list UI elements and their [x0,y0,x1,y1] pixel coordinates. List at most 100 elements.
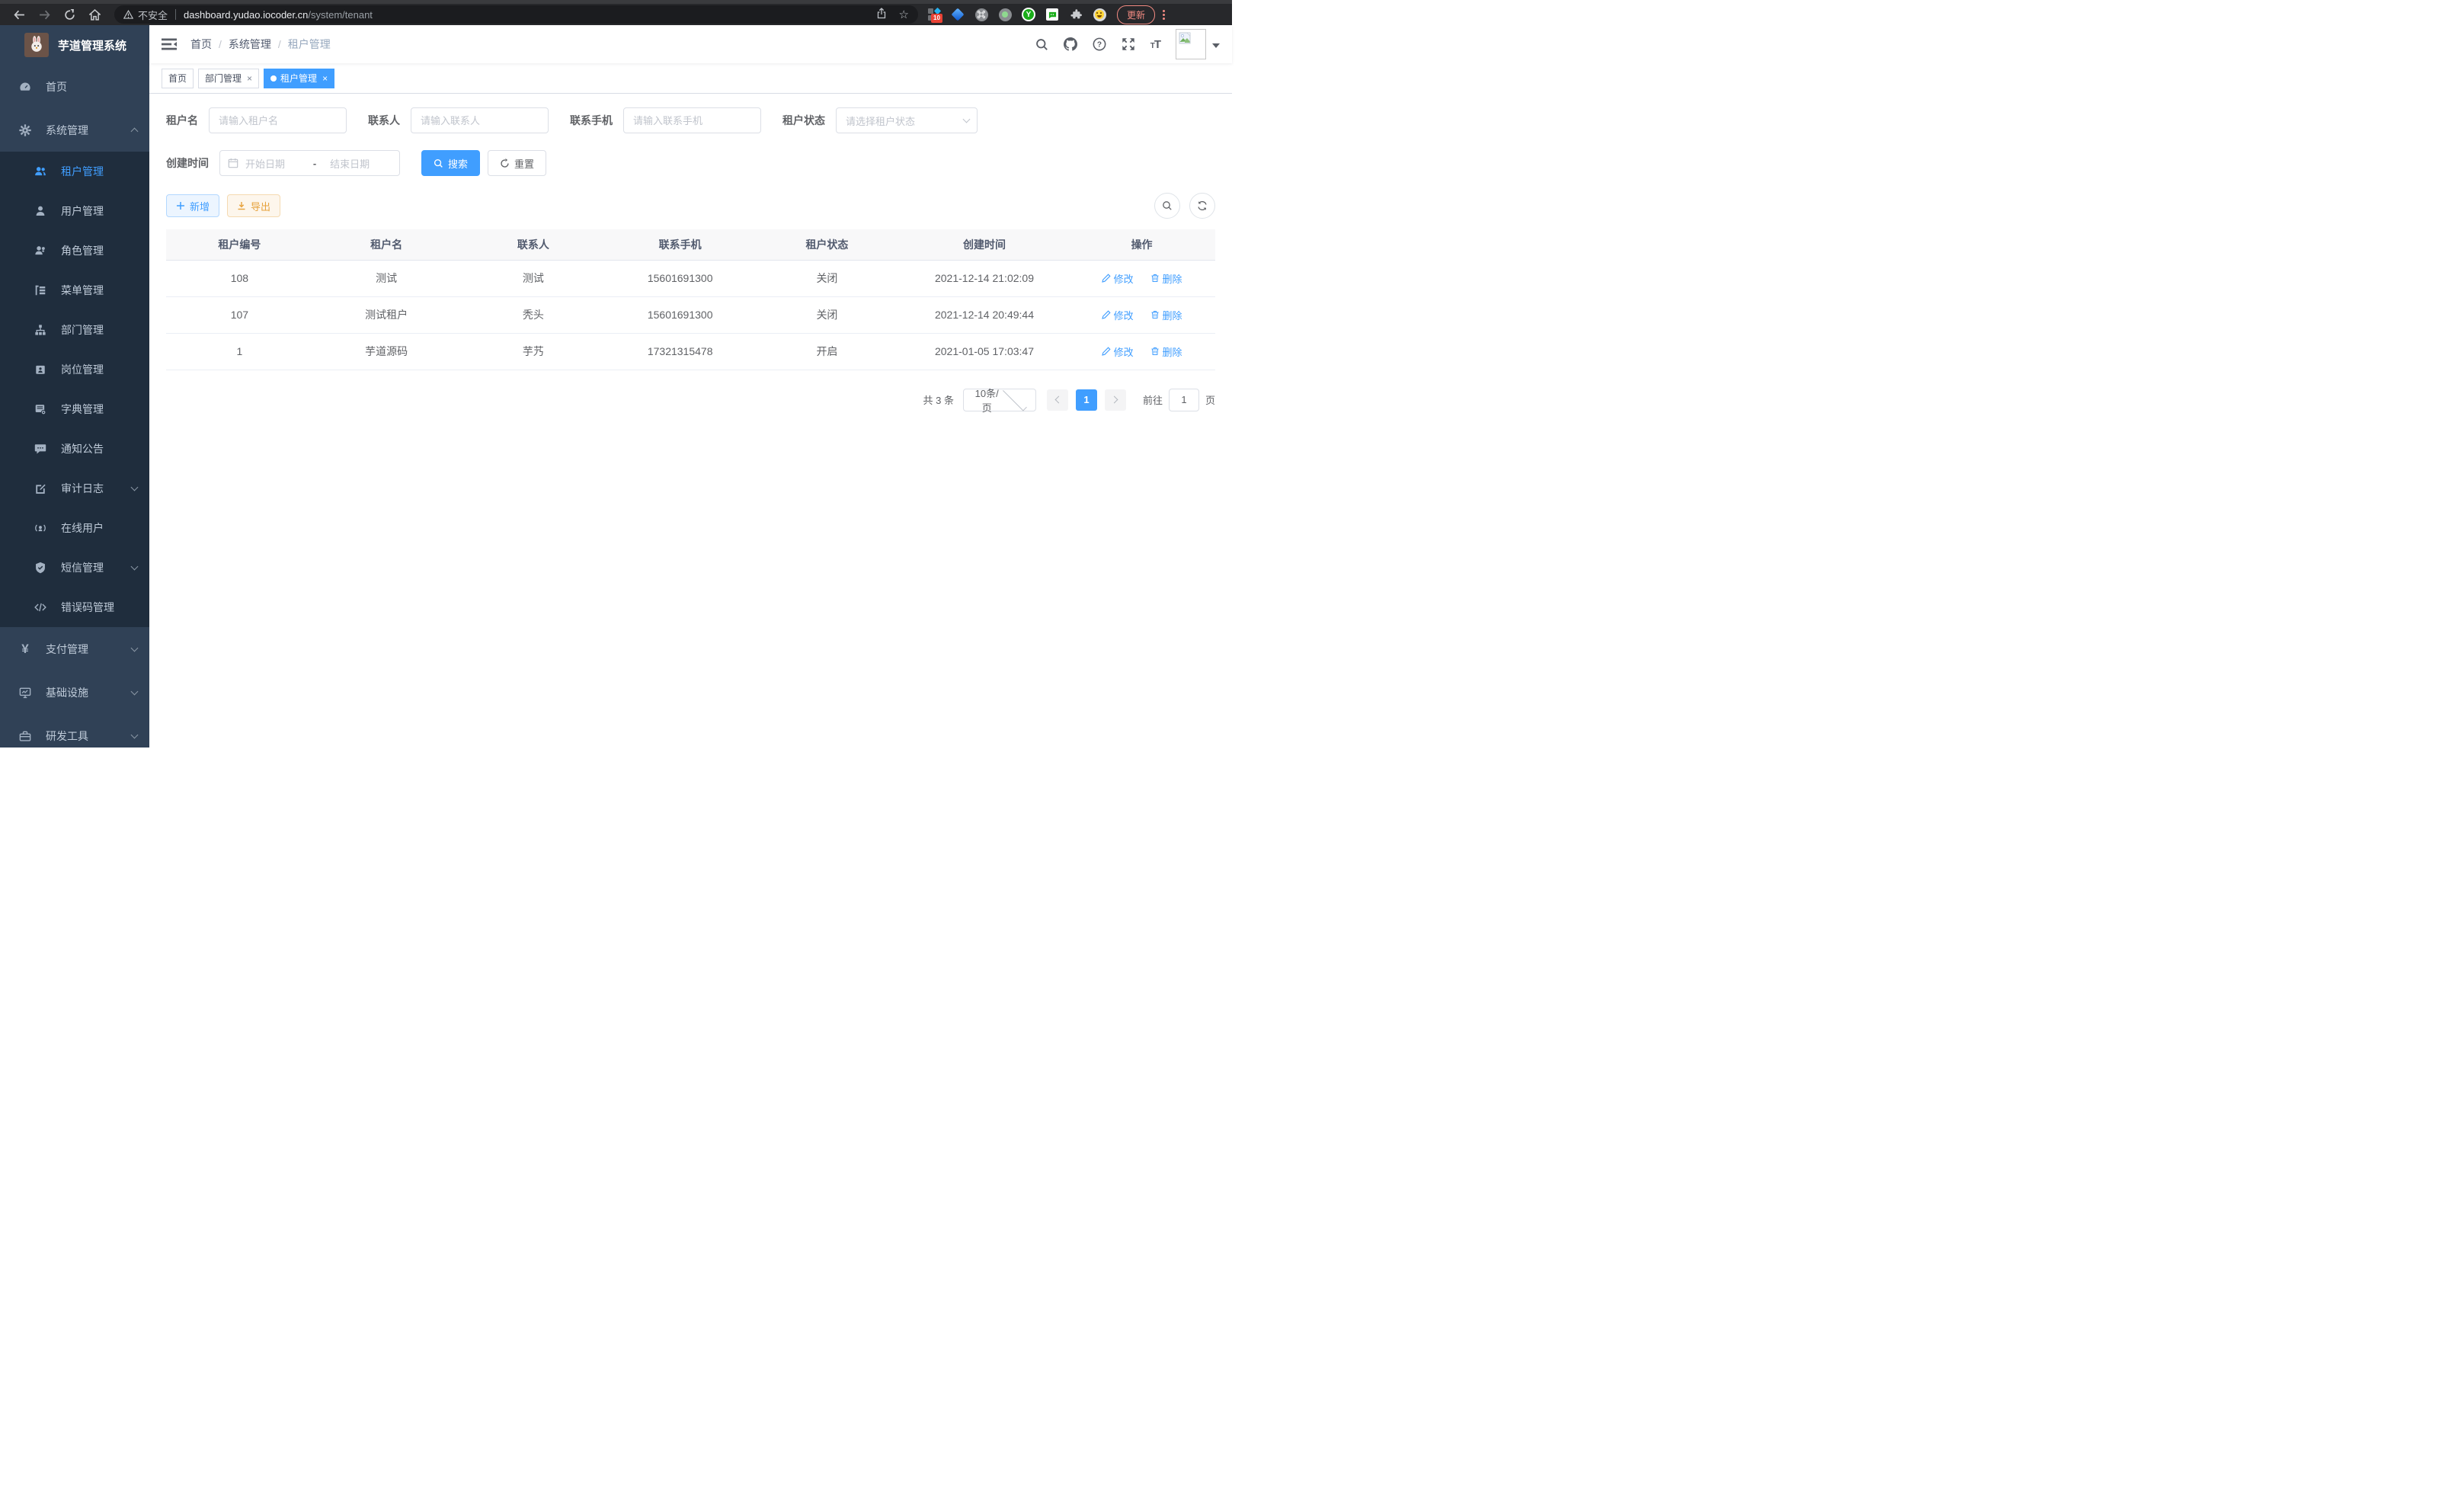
download-icon [237,201,246,210]
breadcrumb-current: 租户管理 [288,37,331,52]
user-avatar[interactable] [1176,29,1220,59]
sidebar-toggle-icon[interactable] [162,37,177,51]
edit-link[interactable]: 修改 [1102,344,1134,359]
sidebar-item-audit-log[interactable]: 审计日志 [0,469,149,508]
app-title: 芋道管理系统 [58,37,126,53]
tenant-name-label: 租户名 [166,113,198,128]
export-button[interactable]: 导出 [227,194,280,217]
edit-link[interactable]: 修改 [1102,271,1134,286]
show-search-toggle-button[interactable] [1154,193,1180,219]
page-number-button[interactable]: 1 [1076,389,1097,411]
extension-command-icon[interactable] [974,8,988,21]
sidebar-item-menu[interactable]: 菜单管理 [0,271,149,310]
extension-diamond-icon[interactable] [951,8,965,21]
extension-grid-icon[interactable]: 10 [927,8,941,21]
chevron-down-icon [131,644,139,651]
goto-page-input[interactable] [1169,389,1199,411]
security-warning[interactable]: 不安全 [123,8,168,22]
font-size-icon[interactable]: TT [1150,38,1160,51]
close-icon[interactable]: × [322,73,328,84]
back-icon[interactable] [14,10,25,20]
sidebar-item-dev-tools[interactable]: 研发工具 [0,714,149,748]
extensions-row: 10 Y [927,8,1106,21]
security-warning-label: 不安全 [138,8,168,22]
prev-page-button[interactable] [1047,389,1068,411]
search-button[interactable]: 搜索 [421,150,480,176]
phone-input[interactable] [623,107,761,133]
next-page-button[interactable] [1105,389,1126,411]
edit-link[interactable]: 修改 [1102,308,1134,322]
create-time-label: 创建时间 [166,155,209,171]
sidebar-item-system[interactable]: 系统管理 [0,108,149,152]
help-icon[interactable]: ? [1093,37,1106,51]
sidebar-item-user[interactable]: 用户管理 [0,191,149,231]
tenant-name-input[interactable] [209,107,347,133]
contact-label: 联系人 [368,113,400,128]
filter-row-2: 创建时间 开始日期 - 结束日期 搜索 重置 [166,150,1215,176]
reset-button[interactable]: 重置 [488,150,546,176]
payment-yen-icon: ¥ [18,642,32,657]
delete-link[interactable]: 删除 [1150,308,1182,322]
extension-chat-icon[interactable] [1045,8,1059,21]
col-phone: 联系手机 [606,229,754,260]
update-button[interactable]: 更新 [1117,5,1155,24]
home-icon[interactable] [89,9,101,21]
logo-row[interactable]: 芋道管理系统 [0,25,149,65]
sidebar-item-error-code[interactable]: 错误码管理 [0,587,149,627]
share-icon[interactable] [876,8,887,21]
tab-tenant[interactable]: 租户管理× [264,69,334,88]
delete-link[interactable]: 删除 [1150,271,1182,286]
sidebar-item-role[interactable]: 角色管理 [0,231,149,271]
extension-badge: 10 [931,14,942,23]
url-bar[interactable]: 不安全 dashboard.yudao.iocoder.cn/system/te… [114,5,918,24]
reload-icon[interactable] [64,9,75,21]
breadcrumb-home[interactable]: 首页 [190,37,212,52]
sidebar-item-infrastructure[interactable]: 基础设施 [0,671,149,714]
sidebar-item-online-user[interactable]: 在线用户 [0,508,149,548]
close-icon[interactable]: × [247,73,252,84]
sidebar-item-notice[interactable]: 通知公告 [0,429,149,469]
browser-chrome: 不安全 dashboard.yudao.iocoder.cn/system/te… [0,0,1232,25]
breadcrumb-system[interactable]: 系统管理 [229,37,271,52]
chevron-down-icon [963,116,971,123]
add-button[interactable]: 新增 [166,194,219,217]
extension-yudao-icon[interactable]: Y [1022,8,1035,21]
chevron-down-icon [131,563,139,571]
delete-link[interactable]: 删除 [1150,344,1182,359]
extensions-puzzle-icon[interactable] [1069,8,1083,21]
dev-tools-toolbox-icon [18,730,32,742]
chevron-down-icon [131,687,139,695]
contact-input[interactable] [411,107,549,133]
forward-icon[interactable] [39,10,50,20]
refresh-icon [1197,200,1208,211]
page-size-select[interactable]: 10条/页 [963,389,1036,411]
sms-shield-icon [34,562,47,574]
trash-icon [1150,347,1160,356]
tab-home[interactable]: 首页 [162,69,194,88]
avatar-caret-icon [1212,43,1220,48]
fullscreen-icon[interactable] [1122,37,1135,51]
create-time-range-picker[interactable]: 开始日期 - 结束日期 [219,150,400,176]
header-search-icon[interactable] [1035,38,1048,51]
sidebar-item-dept[interactable]: 部门管理 [0,310,149,350]
org-tree-icon [34,324,47,336]
sidebar-item-post[interactable]: 岗位管理 [0,350,149,389]
tab-dept[interactable]: 部门管理× [198,69,259,88]
sidebar-item-sms[interactable]: 短信管理 [0,548,149,587]
col-contact: 联系人 [460,229,607,260]
refresh-table-button[interactable] [1189,193,1215,219]
sidebar-item-home[interactable]: 首页 [0,65,149,108]
github-icon[interactable] [1064,37,1077,51]
sidebar-item-payment[interactable]: ¥ 支付管理 [0,627,149,671]
start-date-placeholder: 开始日期 [245,156,307,171]
url-path: /system/tenant [308,9,373,21]
extension-record-icon[interactable] [998,8,1012,21]
status-select[interactable]: 请选择租户状态 [836,107,978,133]
profile-avatar-icon[interactable] [1093,8,1106,21]
bookmark-star-icon[interactable]: ☆ [899,9,909,21]
col-actions: 操作 [1068,229,1215,260]
browser-menu-icon[interactable] [1163,10,1165,20]
sidebar-item-dict[interactable]: 字典管理 [0,389,149,429]
edit-pencil-icon [1102,347,1111,356]
sidebar-item-tenant[interactable]: 租户管理 [0,152,149,191]
